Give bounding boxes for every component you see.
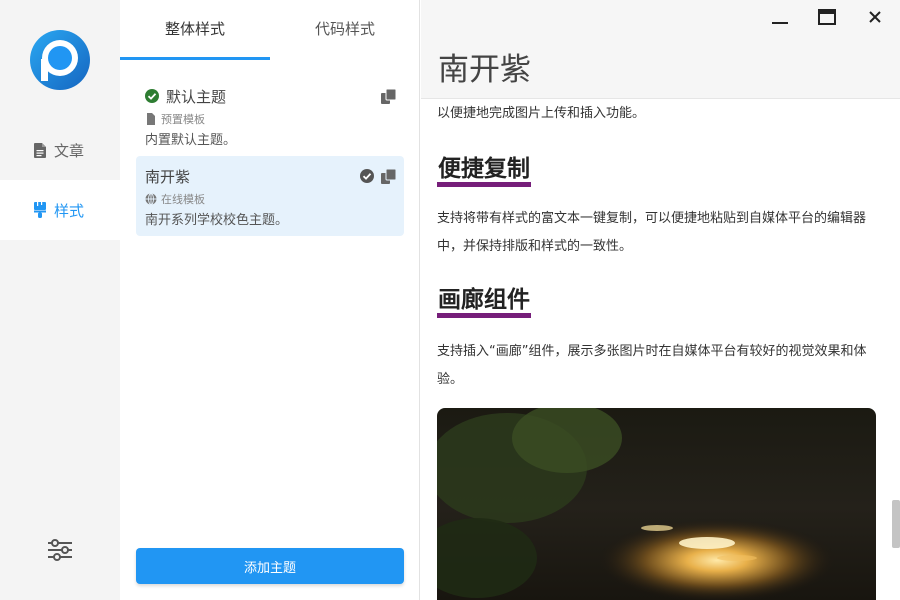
globe-icon — [145, 193, 157, 205]
minimize-icon[interactable] — [769, 6, 791, 28]
close-icon[interactable] — [864, 6, 886, 28]
theme-item-nankai-purple[interactable]: 南开紫 在线模板 南开系列学校校色主题。 — [136, 156, 404, 236]
theme-item-default[interactable]: 默认主题 预置模板 内置默认主题。 — [136, 76, 404, 156]
brush-icon — [33, 202, 47, 218]
preview-header: 南开紫 — [421, 0, 900, 99]
preview-pane: 南开紫 以便捷地完成图片上传和插入功能。 便捷复制 支持将带有样式的富文本一键复… — [421, 0, 900, 600]
scrollbar-thumb[interactable] — [892, 500, 900, 548]
section-heading: 画廊组件 — [437, 287, 531, 318]
copy-icon[interactable] — [381, 89, 396, 104]
theme-panel: 整体样式 代码样式 默认主题 预置模板 内置默认主题。 南开紫 在线模板 南开系… — [120, 0, 420, 600]
theme-source: 在线模板 — [161, 193, 205, 206]
nav-item-articles[interactable]: 文章 — [0, 120, 120, 180]
preview-title: 南开紫 — [438, 52, 531, 88]
style-tabs: 整体样式 代码样式 — [120, 0, 420, 60]
check-circle-icon — [145, 89, 159, 103]
file-icon — [147, 113, 155, 125]
preview-content: 以便捷地完成图片上传和插入功能。 便捷复制 支持将带有样式的富文本一键复制，可以… — [437, 100, 877, 600]
tab-overall-style[interactable]: 整体样式 — [120, 0, 270, 60]
left-nav: 文章 样式 — [0, 0, 120, 600]
check-circle-icon[interactable] — [360, 169, 374, 183]
intro-paragraph: 以便捷地完成图片上传和插入功能。 — [437, 106, 646, 121]
theme-name: 南开紫 — [145, 167, 191, 186]
gallery-photo — [437, 408, 876, 600]
theme-name: 默认主题 — [166, 87, 227, 106]
theme-description: 南开系列学校校色主题。 — [145, 213, 289, 228]
app-logo-icon — [30, 30, 90, 90]
nav-item-label: 样式 — [54, 201, 85, 220]
maximize-icon[interactable] — [816, 6, 838, 28]
add-theme-button[interactable]: 添加主题 — [136, 548, 404, 584]
theme-source: 预置模板 — [161, 113, 205, 126]
section-heading: 便捷复制 — [437, 156, 531, 187]
nav-item-styles[interactable]: 样式 — [0, 180, 120, 240]
section-paragraph: 支持将带有样式的富文本一键复制，可以便捷地粘贴到自媒体平台的编辑器中，并保持排版… — [437, 211, 867, 254]
nav-item-label: 文章 — [54, 141, 85, 160]
copy-icon[interactable] — [381, 169, 396, 184]
section-paragraph: 支持插入“画廊”组件，展示多张图片时在自媒体平台有较好的视觉效果和体验。 — [437, 344, 867, 387]
settings-sliders-icon[interactable] — [47, 538, 73, 562]
theme-description: 内置默认主题。 — [145, 133, 237, 148]
tab-code-style[interactable]: 代码样式 — [270, 0, 420, 60]
document-icon — [33, 142, 47, 158]
